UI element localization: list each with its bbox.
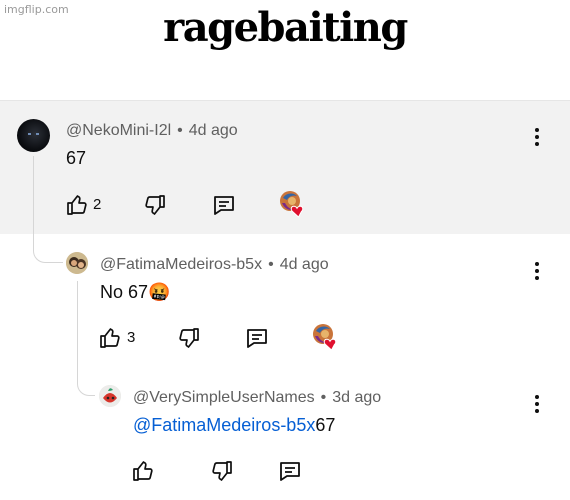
comment-time[interactable]: 3d ago <box>332 389 381 406</box>
comment-meta: @NekoMini-I2l • 4d ago <box>66 122 238 140</box>
meta-separator: • <box>268 256 274 273</box>
avatar-image <box>66 252 88 274</box>
comment-author[interactable]: @NekoMini-I2l <box>66 122 171 139</box>
user-mention-link[interactable]: @FatimaMedeiros-b5x <box>133 415 315 435</box>
comment-thread: @NekoMini-I2l • 4d ago 67 2 @FatimaMedeiro… <box>0 100 570 500</box>
dislike-icon[interactable] <box>143 193 167 217</box>
comment-time[interactable]: 4d ago <box>280 256 329 273</box>
avatar[interactable] <box>66 252 88 274</box>
thread-line <box>77 281 95 396</box>
like-icon[interactable] <box>65 193 89 217</box>
avatar-image <box>99 385 121 407</box>
avatar-eye <box>36 133 39 135</box>
creator-heart-icon <box>279 190 307 218</box>
comment-time[interactable]: 4d ago <box>189 122 238 139</box>
comment-author[interactable]: @VerySimpleUserNames <box>133 389 315 406</box>
more-options-icon[interactable] <box>534 262 540 282</box>
creator-heart-icon <box>312 323 340 351</box>
angry-emoji: 🤬 <box>148 282 171 302</box>
comment-meta: @VerySimpleUserNames • 3d ago <box>133 389 381 407</box>
like-icon[interactable] <box>131 459 155 483</box>
comment-meta: @FatimaMedeiros-b5x • 4d ago <box>100 256 329 274</box>
avatar[interactable] <box>17 119 50 152</box>
meta-separator: • <box>320 389 327 406</box>
comment-text-content: No 67 <box>100 282 149 302</box>
comment-text-content: 67 <box>315 415 336 435</box>
meta-separator: • <box>177 122 183 139</box>
comment-text: @FatimaMedeiros-b5x67 <box>133 415 335 436</box>
dislike-icon[interactable] <box>177 326 201 350</box>
reply-icon[interactable] <box>278 459 302 483</box>
comment-text: 67 <box>66 148 87 168</box>
comment-text: No 67🤬 <box>100 282 170 303</box>
meme-caption: ragebaiting <box>163 4 408 51</box>
dislike-icon[interactable] <box>210 459 234 483</box>
like-icon[interactable] <box>98 326 122 350</box>
reply-icon[interactable] <box>212 193 236 217</box>
like-count: 3 <box>127 329 136 346</box>
more-options-icon[interactable] <box>534 395 540 415</box>
avatar[interactable] <box>99 385 121 407</box>
reply-icon[interactable] <box>245 326 269 350</box>
comment-author[interactable]: @FatimaMedeiros-b5x <box>100 256 262 273</box>
avatar-eye <box>28 133 31 135</box>
more-options-icon[interactable] <box>534 128 540 148</box>
like-count: 2 <box>93 196 102 213</box>
thread-line <box>33 156 63 263</box>
